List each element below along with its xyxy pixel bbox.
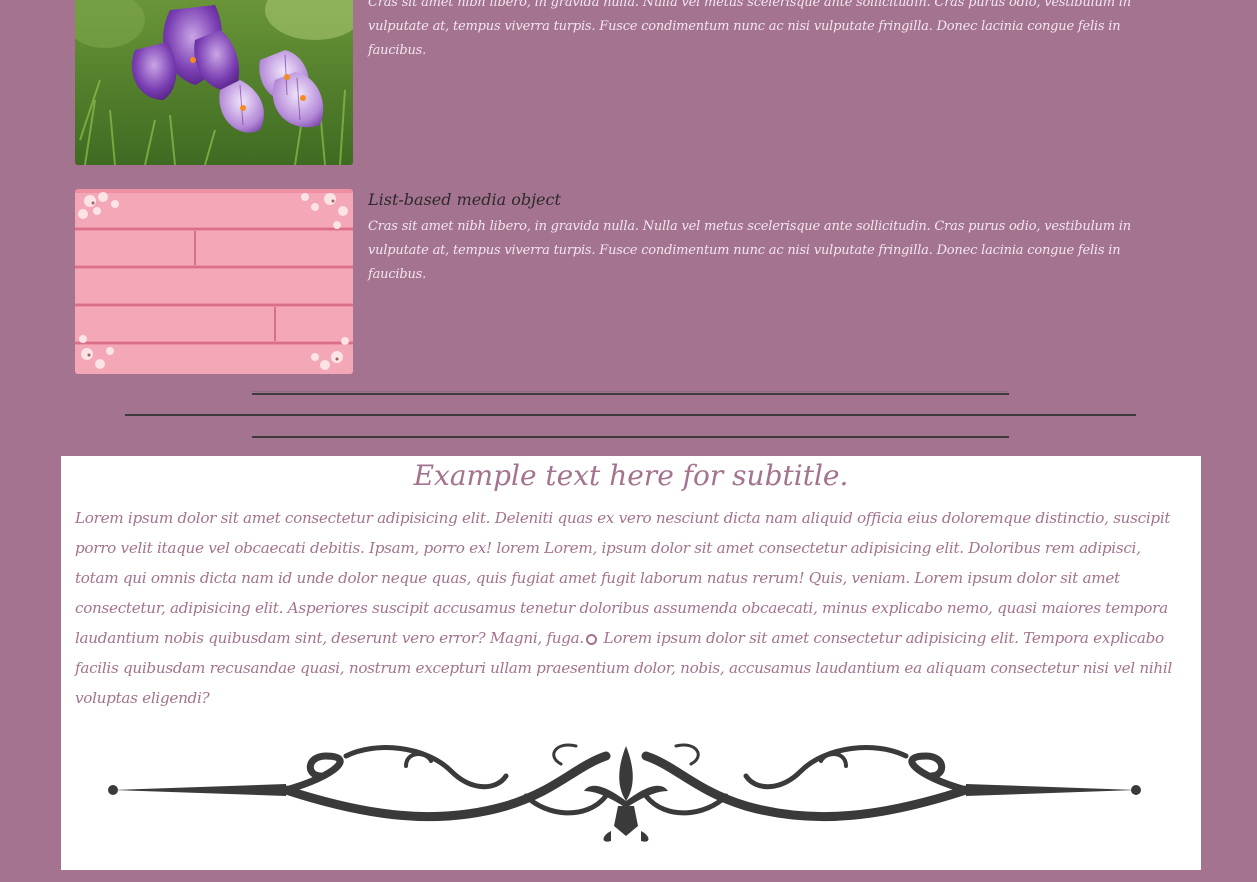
divider-line [252,436,1009,438]
media-body: Cras sit amet nibh libero, in gravida nu… [368,0,1168,63]
media-text: Cras sit amet nibh libero, in gravida nu… [368,219,1131,282]
pink-wood-image [75,189,353,374]
ornamental-divider-icon [108,743,1141,842]
divider-line [252,391,1009,392]
divider-line [252,393,1009,395]
crocus-image [75,0,353,165]
media-heading: List-based media object [368,190,561,209]
content-card: Example text here for subtitle. Lorem ip… [61,456,1201,870]
media-body: List-based media object Cras sit amet ni… [368,189,1168,287]
body-text-part: Lorem ipsum dolor sit amet consectetur a… [75,509,1171,647]
divider-line [125,414,1136,416]
circle-icon [585,633,597,645]
body-paragraph: Lorem ipsum dolor sit amet consectetur a… [75,503,1187,713]
subtitle: Example text here for subtitle. [413,459,849,492]
media-text: Cras sit amet nibh libero, in gravida nu… [368,0,1131,58]
